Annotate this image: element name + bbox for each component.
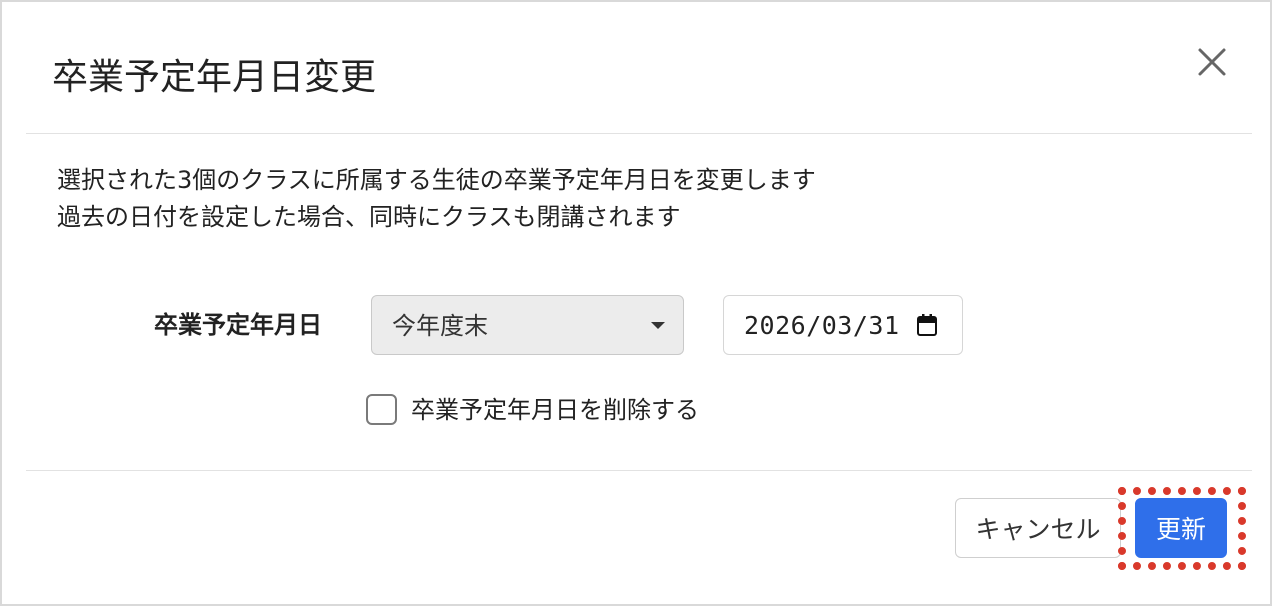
header-divider [26, 133, 1252, 134]
modal-title: 卒業予定年月日変更 [52, 57, 377, 98]
description-line-1: 選択された3個のクラスに所属する生徒の卒業予定年月日を変更します [57, 166, 816, 194]
date-value: 2026/03/31 [744, 311, 900, 340]
graduation-date-label: 卒業予定年月日 [154, 311, 322, 339]
delete-date-checkbox[interactable] [366, 394, 397, 425]
select-value: 今年度末 [392, 312, 488, 340]
close-icon [1198, 48, 1226, 76]
update-button[interactable]: 更新 [1135, 498, 1227, 558]
caret-down-icon [651, 322, 665, 329]
modal-dialog: 卒業予定年月日変更 選択された3個のクラスに所属する生徒の卒業予定年月日を変更し… [0, 0, 1272, 606]
close-button[interactable] [1190, 42, 1234, 86]
calendar-icon[interactable] [917, 314, 937, 336]
footer-divider [26, 470, 1252, 471]
cancel-button[interactable]: キャンセル [955, 498, 1121, 558]
delete-date-checkbox-label[interactable]: 卒業予定年月日を削除する [411, 393, 699, 427]
modal-header: 卒業予定年月日変更 [2, 2, 1270, 133]
graduation-preset-select[interactable]: 今年度末 [371, 295, 684, 355]
description-line-2: 過去の日付を設定した場合、同時にクラスも閉講されます [57, 203, 681, 231]
graduation-date-input[interactable]: 2026/03/31 [723, 295, 963, 355]
